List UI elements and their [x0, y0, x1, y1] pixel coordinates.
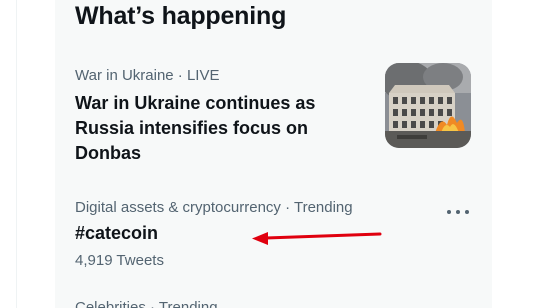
more-options-icon[interactable] — [447, 202, 469, 222]
trend-meta: Celebrities · Trending — [75, 299, 218, 308]
more-dot — [465, 210, 469, 214]
burning-building-photo — [385, 63, 471, 148]
trend-meta: War in Ukraine · LIVE — [75, 67, 220, 84]
trend-hashtag: #catecoin — [75, 223, 159, 243]
section-title: What’s happening — [75, 2, 287, 30]
trend-item-war-in-ukraine[interactable]: War in Ukraine · LIVE War in Ukraine con… — [55, 60, 492, 180]
trend-thumbnail[interactable] — [385, 63, 471, 148]
more-dot — [456, 210, 460, 214]
trend-headline: War in Ukraine continues as Russia inten… — [75, 93, 316, 163]
more-dot — [447, 210, 451, 214]
whats-happening-panel: What’s happening War in Ukraine · LIVE W… — [55, 0, 492, 308]
trend-tweet-count: 4,919 Tweets — [75, 252, 164, 269]
trend-meta: Digital assets & cryptocurrency · Trendi… — [75, 199, 353, 216]
column-divider — [16, 0, 17, 308]
trend-item-catecoin[interactable]: Digital assets & cryptocurrency · Trendi… — [55, 192, 492, 282]
trend-item-celebrities[interactable]: Celebrities · Trending — [55, 292, 492, 308]
